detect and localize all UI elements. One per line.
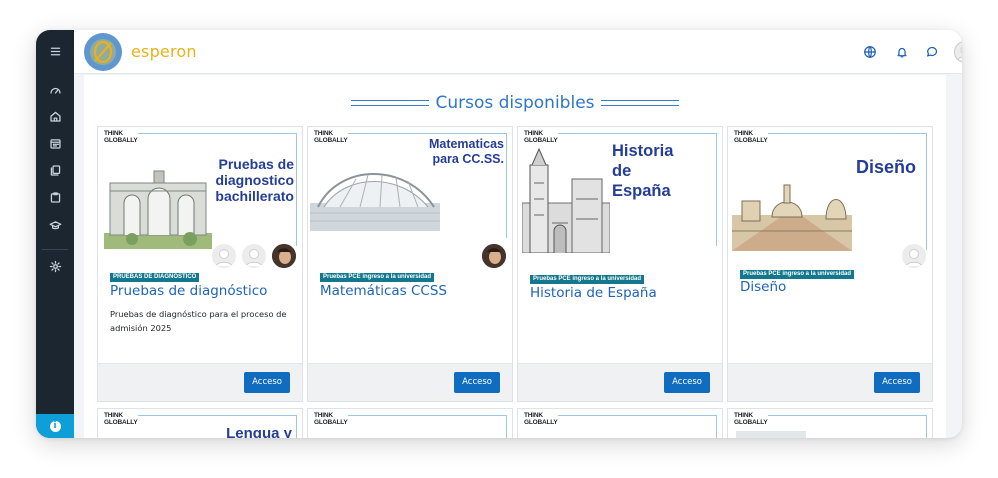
image-thumbnail [339,437,341,438]
access-button[interactable]: Acceso [664,372,710,393]
category-badge: Pruebas PCE ingreso a la universidad [530,275,645,284]
teacher-avatar[interactable] [240,242,268,270]
course-card[interactable]: THINK GLOBALLY [307,408,513,438]
think-globally-tag: THINK GLOBALLY [734,130,768,144]
category-badge: Pruebas PCE ingreso a la universidad [320,273,435,282]
course-image[interactable]: THINK GLOBALLY Historia de España [518,127,722,267]
course-card[interactable]: THINK GLOBALLY Historia de España Pruebas… [517,126,723,402]
logo-icon [90,39,116,65]
image-title: Historia de España [612,142,674,200]
category-badge: PRUEBAS DE DIAGNOSTICO [110,273,200,282]
architecture-illustration [310,173,440,231]
course-card[interactable]: THINK GLOBALLY [517,408,723,438]
graduation-cap-icon[interactable] [45,215,65,235]
course-title-link[interactable]: Diseño [740,279,786,295]
gear-icon[interactable] [45,256,65,276]
section-header: Cursos disponibles [84,90,946,116]
course-title-link[interactable]: Pruebas de diagnóstico [110,283,267,299]
course-card[interactable]: THINK GLOBALLY Lengua y [97,408,303,438]
image-title: Pruebas de diagnostico bachillerato [215,156,294,204]
image-title: Matematicas para CC.SS. [428,137,504,166]
menu-icon[interactable] [45,41,65,61]
card-footer: Acceso [308,363,512,401]
avatar-icon [954,41,962,63]
teacher-avatar[interactable] [270,242,298,270]
cathedral-illustration [522,147,610,253]
dashboard-icon[interactable] [45,80,65,100]
access-button[interactable]: Acceso [874,372,920,393]
teacher-avatar[interactable] [210,242,238,270]
home-icon[interactable] [45,106,65,126]
browser-frame: i esperon ▾ [36,30,962,438]
info-icon: i [49,420,61,432]
course-card[interactable]: THINK GLOBALLY [727,408,933,438]
image-title: Lengua y [226,425,292,438]
teacher-avatar[interactable] [900,242,928,270]
chat-icon[interactable] [924,44,940,60]
domes-illustration [732,184,852,251]
think-globally-tag: THINK GLOBALLY [734,412,768,426]
heading-rule-left [351,100,430,106]
section-title: Cursos disponibles [435,93,595,113]
sidebar: i [36,30,74,438]
calendar-icon[interactable] [45,133,65,153]
course-image[interactable]: THINK GLOBALLY Diseño [728,127,932,259]
monument-illustration [104,170,212,249]
info-button[interactable]: i [36,414,74,438]
course-image[interactable]: THINK GLOBALLY Pruebas de diagnostico bac… [98,127,302,259]
main-content: Cursos disponibles THINK GLOBALLY Pruebas… [84,75,946,438]
course-title-link[interactable]: Matemáticas CCSS [320,283,447,299]
think-globally-tag: THINK GLOBALLY [104,412,138,426]
course-image[interactable]: THINK GLOBALLY Matematicas para CC.SS. [308,127,512,259]
course-card[interactable]: THINK GLOBALLY Diseño Pruebas PCE ingreso… [727,126,933,402]
card-footer: Acceso [518,363,722,401]
brand-logo[interactable] [84,33,122,71]
think-globally-tag: THINK GLOBALLY [524,412,558,426]
teacher-avatar[interactable] [480,242,508,270]
think-globally-tag: THINK GLOBALLY [104,130,138,144]
image-title: Diseño [855,157,916,177]
card-footer: Acceso [728,363,932,401]
course-title-link[interactable]: Historia de España [530,285,657,301]
image-thumbnail [736,431,806,438]
access-button[interactable]: Acceso [454,372,500,393]
clipboard-icon[interactable] [45,187,65,207]
image-frame [558,415,717,438]
bell-icon[interactable] [894,44,910,60]
card-footer: Acceso [98,363,302,401]
category-badge: Pruebas PCE ingreso a la universidad [740,270,855,279]
globe-icon[interactable] [862,44,878,60]
think-globally-tag: THINK GLOBALLY [314,412,348,426]
course-description: Pruebas de diagnóstico para el proceso d… [110,309,287,333]
heading-rule-right [600,100,679,106]
think-globally-tag: THINK GLOBALLY [314,130,348,144]
brand-name[interactable]: esperon [131,42,197,61]
user-avatar[interactable] [954,41,962,63]
course-card[interactable]: THINK GLOBALLY Pruebas de diagnostico bac… [97,126,303,402]
top-navbar: esperon ▾ [74,30,962,74]
files-icon[interactable] [45,160,65,180]
course-card[interactable]: THINK GLOBALLY Matematicas para CC.SS. Pr… [307,126,513,402]
image-frame [348,415,507,438]
access-button[interactable]: Acceso [244,372,290,393]
sidebar-divider [42,249,68,250]
